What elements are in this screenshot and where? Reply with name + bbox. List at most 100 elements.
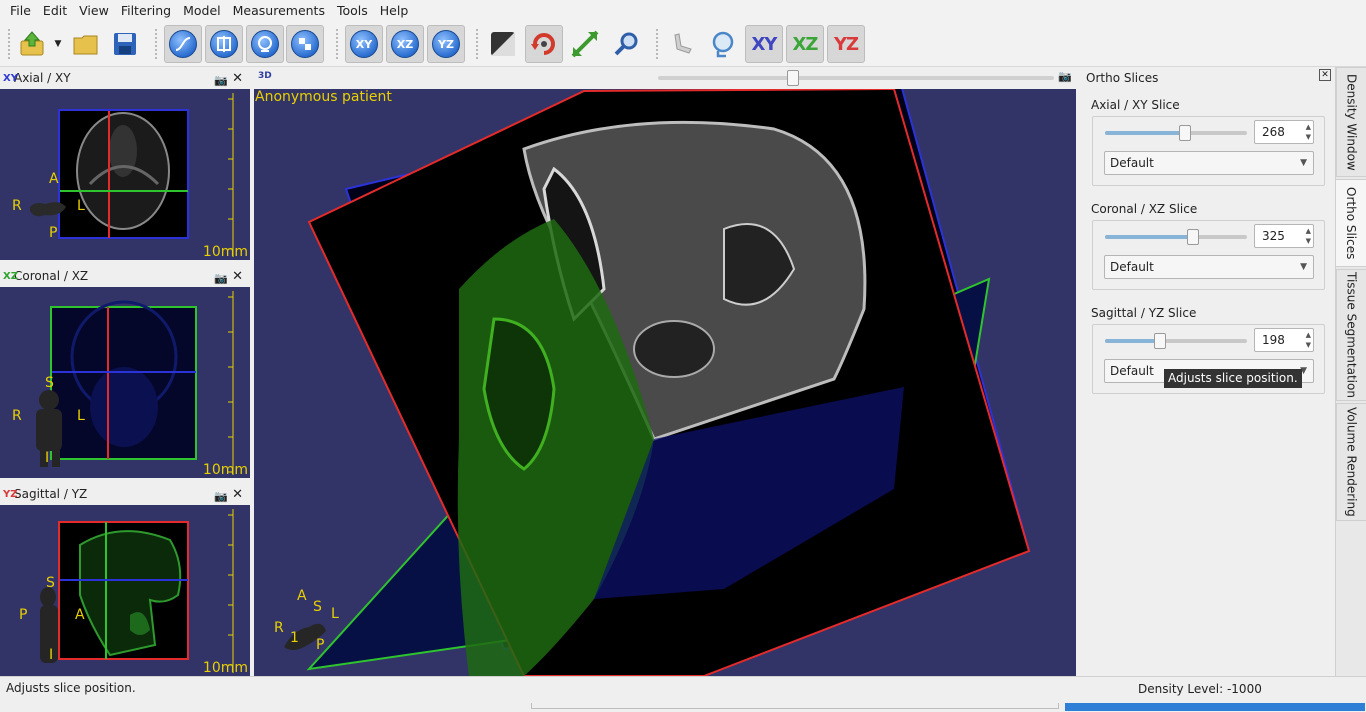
slices-icon bbox=[217, 36, 231, 52]
orient-label-left: R bbox=[12, 408, 22, 424]
open-dropdown-button[interactable]: ▼ bbox=[50, 25, 66, 63]
floppy-disk-icon bbox=[114, 33, 136, 55]
view-yz-button[interactable]: YZ bbox=[427, 25, 465, 63]
view-xy-button[interactable]: XY bbox=[345, 25, 383, 63]
checker-icon bbox=[299, 38, 311, 50]
camera-icon[interactable]: 📷 bbox=[214, 72, 228, 89]
orient-label-left: P bbox=[19, 607, 28, 623]
slider-handle[interactable] bbox=[787, 70, 799, 86]
slider-fill bbox=[1105, 131, 1185, 135]
menu-filtering[interactable]: Filtering bbox=[115, 0, 177, 21]
spin-arrows-icon[interactable]: ▲ ▼ bbox=[1306, 330, 1311, 350]
orient-label-anterior: A bbox=[297, 588, 307, 604]
patient-name: Anonymous patient bbox=[255, 89, 392, 105]
view-xz-button[interactable]: XZ bbox=[386, 25, 424, 63]
menu-help[interactable]: Help bbox=[374, 0, 415, 21]
tab-label: Volume Rendering bbox=[1344, 407, 1359, 517]
open-volume-button[interactable] bbox=[14, 25, 52, 63]
close-icon[interactable]: ✕ bbox=[1319, 69, 1331, 81]
open-folder-button[interactable] bbox=[67, 25, 105, 63]
tab-label: Tissue Segmentation bbox=[1344, 272, 1359, 398]
rotate-icon bbox=[531, 33, 555, 55]
menu-edit[interactable]: Edit bbox=[37, 0, 73, 21]
ortho-slices-tool-button[interactable] bbox=[205, 25, 243, 63]
camera-icon[interactable]: 📷 bbox=[214, 270, 228, 287]
menu-view[interactable]: View bbox=[73, 0, 115, 21]
status-message: Adjusts slice position. bbox=[6, 681, 136, 695]
sagittal-slice-label: Sagittal / YZ Slice bbox=[1091, 306, 1197, 320]
coronal-preset-select[interactable]: Default ▼ bbox=[1104, 255, 1314, 279]
orient-label-right: A bbox=[75, 607, 85, 623]
spinbox-value: 325 bbox=[1262, 229, 1285, 243]
orient-label-superior: S bbox=[313, 599, 322, 615]
orient-label-bottom: P bbox=[49, 225, 58, 241]
orient-label-inferior: 1 bbox=[290, 630, 299, 646]
axial-slice-label: Axial / XY Slice bbox=[1091, 98, 1180, 112]
slider-handle[interactable] bbox=[1179, 125, 1191, 141]
orient-label-bottom: I bbox=[45, 450, 50, 466]
close-icon[interactable]: ✕ bbox=[232, 70, 243, 87]
camera-icon[interactable]: 📷 bbox=[214, 488, 228, 505]
spin-arrows-icon[interactable]: ▲ ▼ bbox=[1306, 226, 1311, 246]
sagittal-view[interactable]: S P A I 10mm bbox=[0, 505, 250, 676]
orient-label-posterior: P bbox=[316, 637, 325, 653]
scale-label: 10mm bbox=[202, 244, 248, 260]
show-xy-button[interactable]: XY bbox=[745, 25, 783, 63]
tab-density-window[interactable]: Density Window bbox=[1336, 67, 1366, 177]
close-icon[interactable]: ✕ bbox=[232, 268, 243, 285]
axial-tag: XY bbox=[3, 73, 18, 84]
close-icon[interactable]: ✕ bbox=[232, 486, 243, 503]
orient-label-right: L bbox=[77, 198, 85, 214]
volume-rendering-tool-button[interactable] bbox=[286, 25, 324, 63]
orient-label-left: R bbox=[12, 198, 22, 214]
coronal-slice-image bbox=[36, 291, 234, 475]
tab-tissue-segmentation[interactable]: Tissue Segmentation bbox=[1336, 269, 1366, 401]
coronal-slice-spinbox[interactable]: 325 ▲ ▼ bbox=[1254, 224, 1314, 248]
axial-view[interactable]: A R L P 10mm bbox=[0, 89, 250, 260]
coronal-panel-header: XZ Coronal / XZ 📷 ✕ bbox=[0, 268, 250, 285]
head-model-button[interactable] bbox=[704, 25, 742, 63]
orient-label-left: L bbox=[331, 606, 339, 622]
coronal-view[interactable]: S R L I 10mm bbox=[0, 287, 250, 478]
sagittal-slice-spinbox[interactable]: 198 ▲ ▼ bbox=[1254, 328, 1314, 352]
orient-label-right: L bbox=[77, 408, 85, 424]
menu-model[interactable]: Model bbox=[177, 0, 227, 21]
axial-preset-select[interactable]: Default ▼ bbox=[1104, 151, 1314, 175]
bone-model-button[interactable] bbox=[663, 25, 701, 63]
save-button[interactable] bbox=[106, 25, 144, 63]
zoom-fit-button[interactable] bbox=[566, 25, 604, 63]
camera-icon[interactable]: 📷 bbox=[1058, 70, 1072, 83]
axial-slice-image bbox=[30, 93, 234, 257]
density-window-tool-button[interactable] bbox=[164, 25, 202, 63]
scale-label: 10mm bbox=[202, 462, 248, 478]
rotate-button[interactable] bbox=[525, 25, 563, 63]
slider-handle[interactable] bbox=[1154, 333, 1166, 349]
coronal-slice-slider[interactable] bbox=[1105, 229, 1247, 245]
menu-tools[interactable]: Tools bbox=[331, 0, 374, 21]
axial-slice-spinbox[interactable]: 268 ▲ ▼ bbox=[1254, 120, 1314, 144]
menu-file[interactable]: File bbox=[4, 0, 37, 21]
orient-label-bottom: I bbox=[49, 647, 54, 663]
3d-view[interactable]: Anonymous patient A S L R 1 P bbox=[254, 89, 1076, 676]
tab-volume-rendering[interactable]: Volume Rendering bbox=[1336, 403, 1366, 521]
menu-measurements[interactable]: Measurements bbox=[227, 0, 331, 21]
zoom-button[interactable] bbox=[607, 25, 645, 63]
show-xz-button[interactable]: XZ bbox=[786, 25, 824, 63]
toolbar-grip[interactable] bbox=[8, 29, 11, 59]
main-view-slider[interactable] bbox=[658, 70, 1054, 86]
menu-bar: File Edit View Filtering Model Measureme… bbox=[0, 0, 1366, 21]
chevron-down-icon: ▼ bbox=[1300, 262, 1307, 272]
panel-title: Ortho Slices bbox=[1086, 71, 1159, 85]
contrast-button[interactable] bbox=[484, 25, 522, 63]
show-yz-button[interactable]: YZ bbox=[827, 25, 865, 63]
axial-slice-slider[interactable] bbox=[1105, 125, 1247, 141]
tab-ortho-slices[interactable]: Ortho Slices bbox=[1336, 179, 1366, 267]
spin-arrows-icon[interactable]: ▲ ▼ bbox=[1306, 122, 1311, 142]
segmentation-tool-button[interactable] bbox=[246, 25, 284, 63]
sagittal-slice-slider[interactable] bbox=[1105, 333, 1247, 349]
sagittal-slice-image bbox=[40, 509, 234, 673]
side-tabs: Density Window Ortho Slices Tissue Segme… bbox=[1335, 67, 1366, 676]
slider-handle[interactable] bbox=[1187, 229, 1199, 245]
spinbox-value: 268 bbox=[1262, 125, 1285, 139]
preset-value: Default bbox=[1110, 364, 1154, 378]
